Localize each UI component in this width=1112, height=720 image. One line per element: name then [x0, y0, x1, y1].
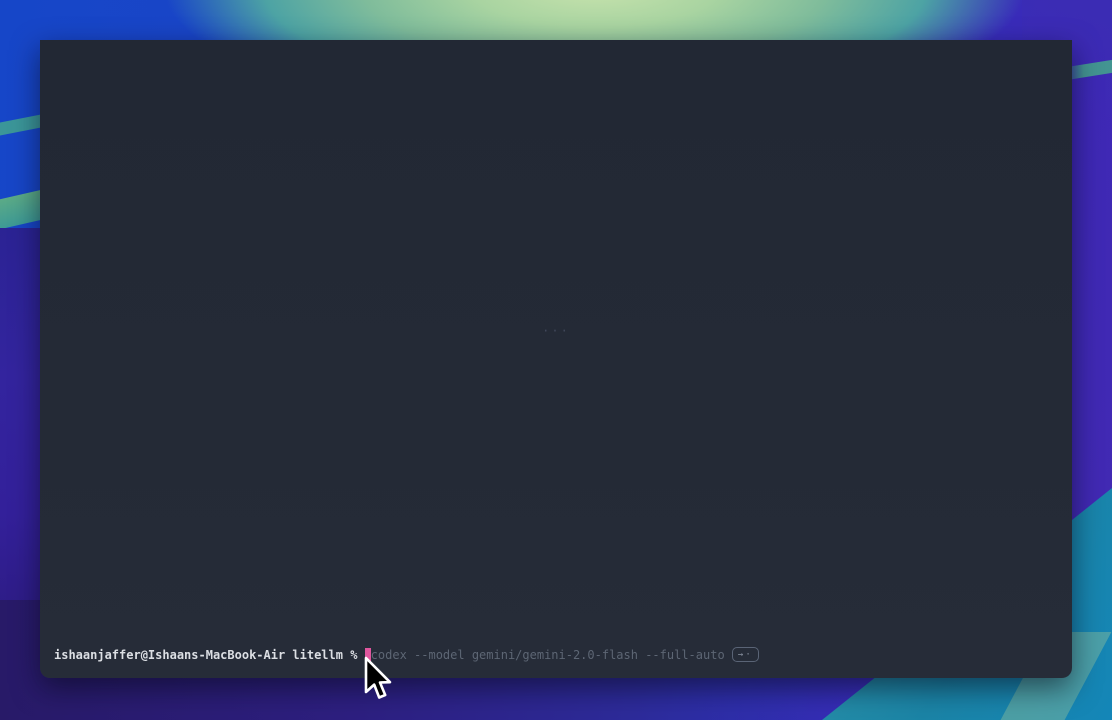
- accept-suggestion-hint: →·: [732, 647, 759, 662]
- terminal-window[interactable]: ··· ishaanjaffer@Ishaans-MacBook-Air lit…: [40, 40, 1072, 678]
- terminal-prompt-line[interactable]: ishaanjaffer@Ishaans-MacBook-Air litellm…: [54, 647, 1062, 663]
- mouse-cursor-icon: [360, 656, 392, 704]
- terminal-loading-dots: ···: [542, 324, 570, 338]
- autosuggestion-text: codex --model gemini/gemini-2.0-flash --…: [371, 647, 732, 663]
- shell-prompt: ishaanjaffer@Ishaans-MacBook-Air litellm…: [54, 647, 365, 663]
